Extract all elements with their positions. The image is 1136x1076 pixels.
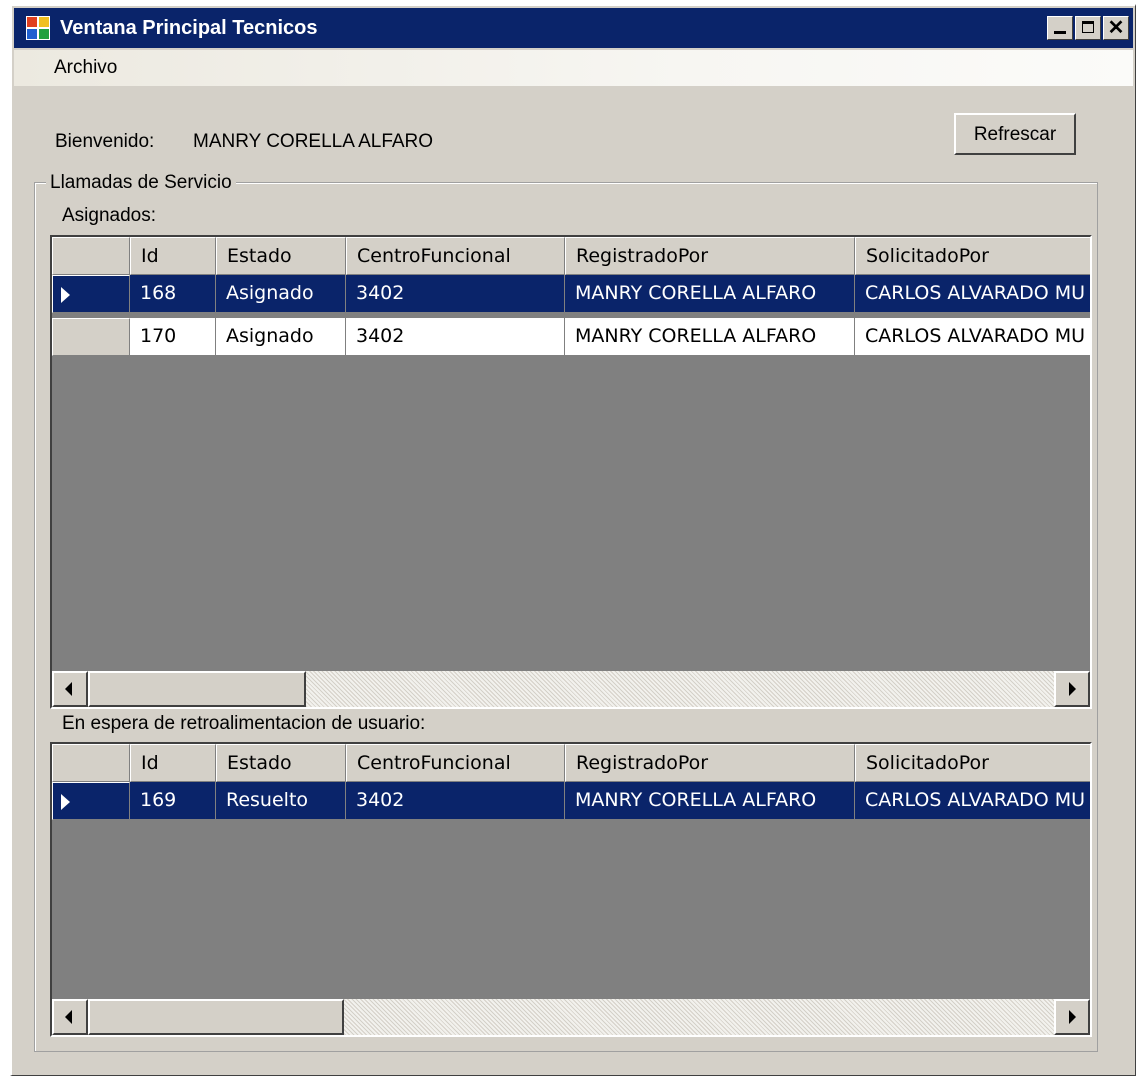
table-row[interactable]: 169 Resuelto 3402 MANRY CORELLA ALFARO C… — [52, 782, 1090, 820]
scroll-thumb[interactable] — [88, 671, 306, 707]
maximize-button[interactable] — [1075, 16, 1101, 40]
table-row[interactable]: 168 Asignado 3402 MANRY CORELLA ALFARO C… — [52, 275, 1090, 313]
minimize-icon — [1054, 31, 1066, 34]
cell-id[interactable]: 170 — [130, 318, 216, 356]
cell-estado[interactable]: Asignado — [216, 318, 346, 356]
maximize-icon — [1082, 21, 1094, 33]
scroll-left-button[interactable] — [52, 999, 88, 1035]
scroll-right-button[interactable] — [1054, 671, 1090, 707]
column-header-estado[interactable]: Estado — [216, 237, 346, 275]
horizontal-scrollbar[interactable] — [52, 671, 1090, 707]
column-header-centrofuncional[interactable]: CentroFuncional — [346, 744, 565, 782]
column-header-solicitadopor[interactable]: SolicitadoPor — [855, 237, 1090, 275]
table-row[interactable]: 170 Asignado 3402 MANRY CORELLA ALFARO C… — [52, 318, 1090, 356]
column-header-estado[interactable]: Estado — [216, 744, 346, 782]
assigned-label: Asignados: — [62, 205, 157, 226]
waiting-grid[interactable]: Id Estado CentroFuncional RegistradoPor … — [50, 742, 1092, 1037]
cell-solicitadopor[interactable]: CARLOS ALVARADO MU — [855, 275, 1090, 313]
close-button[interactable]: ✕ — [1103, 16, 1129, 40]
refresh-button[interactable]: Refrescar — [954, 113, 1076, 155]
cell-estado[interactable]: Resuelto — [216, 782, 346, 820]
scroll-thumb[interactable] — [88, 999, 344, 1035]
scroll-left-icon — [65, 682, 72, 696]
horizontal-scrollbar[interactable] — [52, 999, 1090, 1035]
cell-registradopor[interactable]: MANRY CORELLA ALFARO — [565, 275, 855, 313]
column-header-id[interactable]: Id — [130, 744, 216, 782]
cell-estado[interactable]: Asignado — [216, 275, 346, 313]
scroll-right-icon — [1069, 682, 1076, 696]
column-header-id[interactable]: Id — [130, 237, 216, 275]
cell-centrofuncional[interactable]: 3402 — [346, 782, 565, 820]
row-selector[interactable] — [52, 782, 130, 820]
scroll-right-icon — [1069, 1010, 1076, 1024]
row-selector[interactable] — [52, 275, 130, 313]
row-selector-icon — [61, 794, 70, 810]
header-corner — [52, 237, 130, 275]
cell-centrofuncional[interactable]: 3402 — [346, 318, 565, 356]
scroll-left-icon — [65, 1010, 72, 1024]
app-icon — [26, 16, 50, 40]
minimize-button[interactable] — [1047, 16, 1073, 40]
menu-item-archivo[interactable]: Archivo — [54, 50, 117, 86]
welcome-label: Bienvenido: — [55, 131, 155, 152]
row-selector-icon — [61, 287, 70, 303]
column-header-centrofuncional[interactable]: CentroFuncional — [346, 237, 565, 275]
cell-solicitadopor[interactable]: CARLOS ALVARADO MU — [855, 782, 1090, 820]
close-icon: ✕ — [1107, 17, 1125, 39]
cell-registradopor[interactable]: MANRY CORELLA ALFARO — [565, 318, 855, 356]
grid-header: Id Estado CentroFuncional RegistradoPor … — [52, 237, 1090, 275]
user-name: MANRY CORELLA ALFARO — [193, 131, 434, 152]
row-selector[interactable] — [52, 318, 130, 356]
cell-solicitadopor[interactable]: CARLOS ALVARADO MU — [855, 318, 1090, 356]
cell-id[interactable]: 168 — [130, 275, 216, 313]
cell-id[interactable]: 169 — [130, 782, 216, 820]
waiting-label: En espera de retroalimentacion de usuari… — [62, 713, 426, 734]
assigned-grid[interactable]: Id Estado CentroFuncional RegistradoPor … — [50, 235, 1092, 709]
cell-centrofuncional[interactable]: 3402 — [346, 275, 565, 313]
window-title: Ventana Principal Tecnicos — [60, 17, 318, 39]
grid-header: Id Estado CentroFuncional RegistradoPor … — [52, 744, 1090, 782]
column-header-registradopor[interactable]: RegistradoPor — [565, 744, 855, 782]
menu-bar: Archivo — [14, 50, 1133, 86]
header-corner — [52, 744, 130, 782]
cell-registradopor[interactable]: MANRY CORELLA ALFARO — [565, 782, 855, 820]
scroll-left-button[interactable] — [52, 671, 88, 707]
column-header-registradopor[interactable]: RegistradoPor — [565, 237, 855, 275]
scroll-right-button[interactable] — [1054, 999, 1090, 1035]
group-title: Llamadas de Servicio — [46, 172, 236, 194]
title-bar[interactable]: Ventana Principal Tecnicos ✕ — [14, 8, 1133, 48]
column-header-solicitadopor[interactable]: SolicitadoPor — [855, 744, 1090, 782]
